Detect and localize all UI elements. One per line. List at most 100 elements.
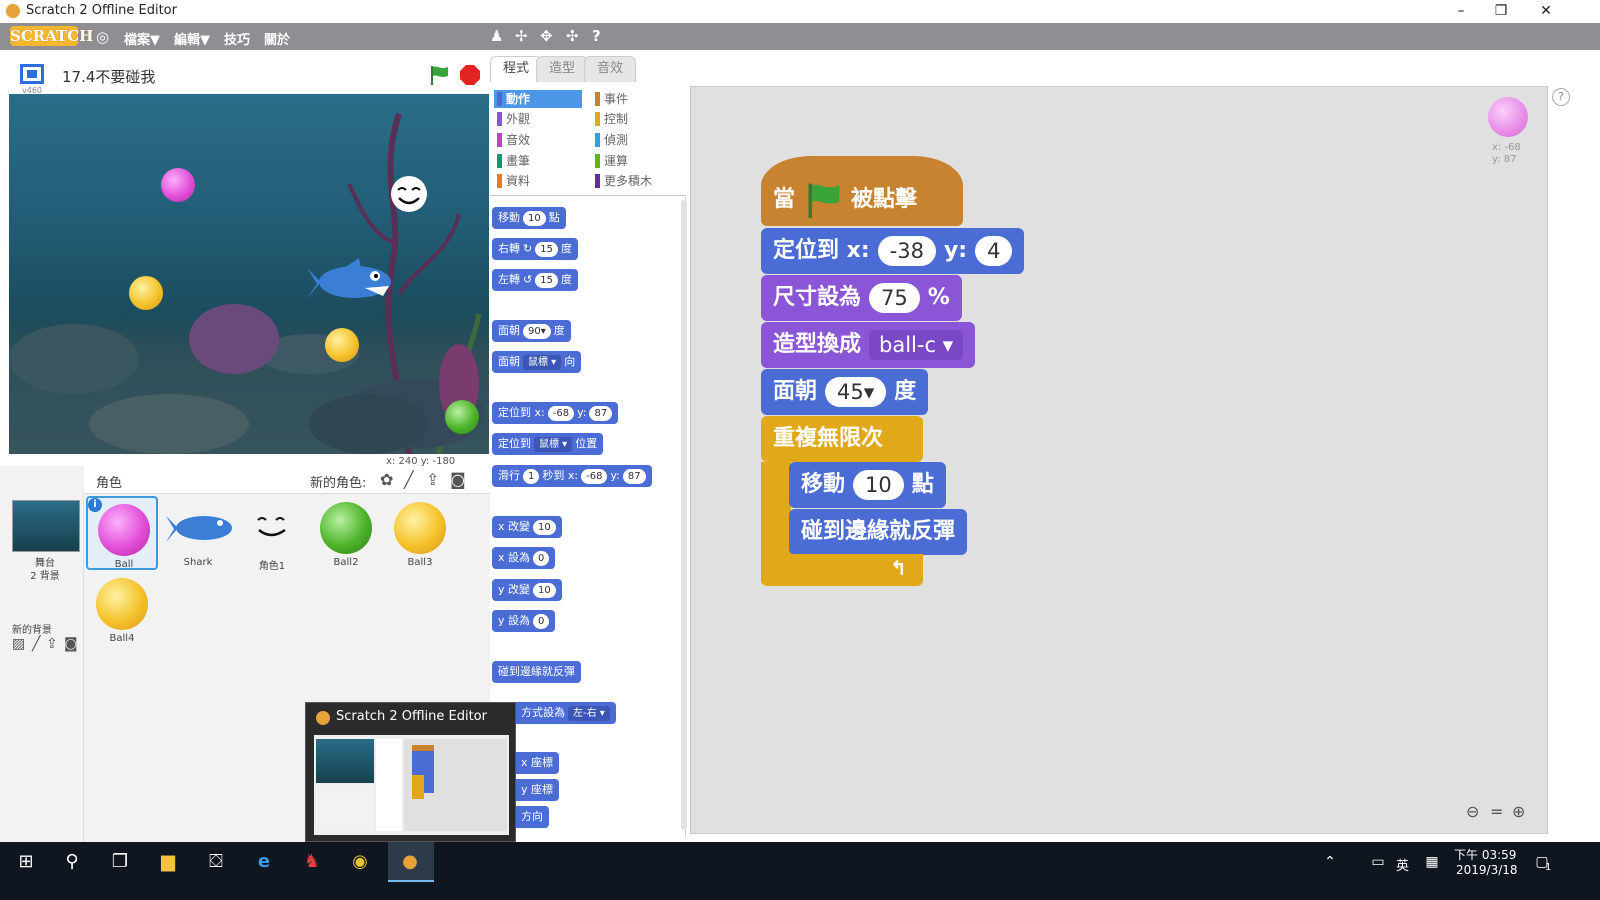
- block-input[interactable]: 0: [533, 550, 550, 566]
- block-input[interactable]: -68: [547, 405, 575, 421]
- sprite-shark[interactable]: [303, 258, 395, 306]
- palette-glide-block[interactable]: 滑行 1 秒到 x: -68 y: 87: [492, 465, 652, 487]
- palette-point-direction-block[interactable]: 面朝 90▾ 度: [492, 320, 571, 342]
- palette-turn-left-block[interactable]: 左轉 ↺ 15 度: [492, 269, 578, 291]
- paint-sprite-icon[interactable]: ╱: [404, 470, 414, 489]
- help-block-icon[interactable]: ?: [592, 27, 601, 45]
- block-input[interactable]: 15: [535, 241, 558, 257]
- clock-time[interactable]: 下午 03:59: [1454, 846, 1516, 863]
- palette-point-towards-block[interactable]: 面朝 鼠標 ▾ 向: [492, 351, 582, 373]
- category-sensing[interactable]: 偵測: [592, 131, 680, 149]
- category-pen[interactable]: 畫筆: [494, 152, 582, 170]
- chevron-up-icon[interactable]: ⌃: [1318, 850, 1342, 874]
- zoom-reset-icon[interactable]: =: [1490, 802, 1503, 821]
- fullscreen-icon[interactable]: [20, 64, 44, 84]
- category-events[interactable]: 事件: [592, 90, 680, 108]
- maximize-button[interactable]: ❐: [1478, 0, 1524, 22]
- when-flag-clicked-block[interactable]: 當 被點擊: [761, 156, 963, 226]
- sprite-tile-ball3[interactable]: Ball3: [384, 496, 456, 570]
- internet-explorer-icon[interactable]: e: [252, 850, 276, 874]
- category-motion[interactable]: 動作: [494, 90, 582, 108]
- app-icon[interactable]: ♞: [300, 850, 324, 874]
- block-input[interactable]: 10: [533, 519, 556, 535]
- block-input[interactable]: 10: [853, 470, 904, 500]
- scratch-taskbar-icon[interactable]: ●: [398, 850, 422, 874]
- sprite-tile-ball4[interactable]: Ball4: [86, 572, 158, 646]
- preview-thumbnail[interactable]: [314, 735, 509, 835]
- palette-bounce-block[interactable]: 碰到邊緣就反彈: [492, 661, 581, 683]
- sprite-tile-ball[interactable]: i Ball: [86, 496, 158, 570]
- category-operators[interactable]: 運算: [592, 152, 680, 170]
- search-icon[interactable]: ⚲: [60, 850, 84, 874]
- menu-edit[interactable]: 編輯▼: [174, 29, 210, 48]
- help-icon[interactable]: ?: [1552, 88, 1570, 106]
- chrome-icon[interactable]: ◉: [348, 850, 372, 874]
- windows-start-icon[interactable]: ⊞: [14, 850, 38, 874]
- block-input[interactable]: 10: [533, 582, 556, 598]
- stage-canvas[interactable]: [9, 94, 489, 454]
- scratch-logo[interactable]: SCRATCH: [10, 26, 93, 46]
- palette-scrollbar[interactable]: [681, 200, 687, 830]
- palette-goto-xy-block[interactable]: 定位到 x: -68 y: 87: [492, 402, 619, 424]
- ime-indicator[interactable]: 英: [1396, 855, 1409, 874]
- info-icon[interactable]: i: [88, 498, 102, 512]
- sprite-tile-face[interactable]: 角色1: [236, 496, 308, 572]
- set-size-block[interactable]: 尺寸設為 75%: [761, 275, 962, 321]
- point-direction-block[interactable]: 面朝 45▾ 度: [761, 369, 929, 415]
- stop-icon[interactable]: [460, 65, 480, 85]
- menu-about[interactable]: 關於: [264, 29, 290, 48]
- palette-change-y-block[interactable]: y 改變 10: [492, 579, 562, 601]
- palette-change-x-block[interactable]: x 改變 10: [492, 516, 562, 538]
- task-view-icon[interactable]: ❐: [108, 850, 132, 874]
- bounce-block[interactable]: 碰到邊緣就反彈: [789, 509, 968, 555]
- shrink-icon[interactable]: ✣: [566, 27, 579, 45]
- taskbar-preview[interactable]: Scratch 2 Offline Editor: [305, 702, 516, 842]
- block-input[interactable]: 15: [535, 272, 558, 288]
- stage-thumbnail[interactable]: [12, 500, 80, 552]
- menu-file[interactable]: 檔案▼: [124, 29, 160, 48]
- duplicate-stamp-icon[interactable]: ♟: [490, 27, 503, 45]
- block-input[interactable]: 45▾: [825, 377, 887, 407]
- category-data[interactable]: 資料: [494, 172, 582, 190]
- clock-date[interactable]: 2019/3/18: [1456, 863, 1518, 877]
- green-flag-icon[interactable]: [428, 64, 450, 86]
- sprite-ball2[interactable]: [445, 400, 479, 434]
- tab-sounds[interactable]: 音效: [584, 56, 637, 82]
- close-button[interactable]: ✕: [1523, 0, 1569, 22]
- sprite-ball3[interactable]: [129, 276, 163, 310]
- cut-icon[interactable]: ✢: [515, 27, 528, 45]
- goto-xy-block[interactable]: 定位到 x: -38 y: 4: [761, 228, 1025, 274]
- sprite-face[interactable]: [389, 174, 429, 214]
- backdrop-library-icon[interactable]: ▨: [12, 636, 25, 652]
- category-control[interactable]: 控制: [592, 110, 680, 128]
- sprite-ball[interactable]: [161, 168, 195, 202]
- sprite-ball4[interactable]: [325, 328, 359, 362]
- camera-sprite-icon[interactable]: ◙: [450, 470, 466, 489]
- block-input[interactable]: 10: [523, 210, 546, 226]
- block-dropdown[interactable]: ball-c ▾: [869, 330, 964, 360]
- keyboard-icon[interactable]: ▦: [1420, 850, 1444, 874]
- move-block[interactable]: 移動 10 點: [789, 462, 946, 508]
- category-sound[interactable]: 音效: [494, 131, 582, 149]
- zoom-in-icon[interactable]: ⊕: [1512, 802, 1525, 821]
- block-input[interactable]: 0: [533, 613, 550, 629]
- file-explorer-icon[interactable]: ▆: [156, 850, 180, 874]
- palette-turn-right-block[interactable]: 右轉 ↻ 15 度: [492, 238, 578, 260]
- sprite-tile-ball2[interactable]: Ball2: [310, 496, 382, 570]
- tab-scripts[interactable]: 程式: [490, 56, 543, 82]
- store-icon[interactable]: ⛋: [204, 850, 228, 874]
- palette-move-block[interactable]: 移動 10 點: [492, 207, 566, 229]
- block-input[interactable]: 87: [622, 468, 646, 484]
- camera-backdrop-icon[interactable]: ◙: [64, 636, 78, 652]
- block-input[interactable]: 4: [975, 236, 1013, 266]
- forever-block[interactable]: 重複無限次: [761, 416, 923, 462]
- category-more-blocks[interactable]: 更多積木: [592, 172, 680, 190]
- block-input[interactable]: -68: [581, 468, 608, 484]
- sprite-library-icon[interactable]: ✿: [380, 470, 393, 489]
- block-dropdown[interactable]: 鼠標 ▾: [534, 436, 573, 452]
- menu-tips[interactable]: 技巧: [224, 29, 250, 48]
- block-input[interactable]: 1: [523, 468, 540, 484]
- switch-costume-block[interactable]: 造型換成 ball-c ▾: [761, 322, 976, 368]
- sprite-tile-shark[interactable]: Shark: [162, 496, 234, 570]
- block-dropdown[interactable]: 左-右 ▾: [568, 705, 610, 721]
